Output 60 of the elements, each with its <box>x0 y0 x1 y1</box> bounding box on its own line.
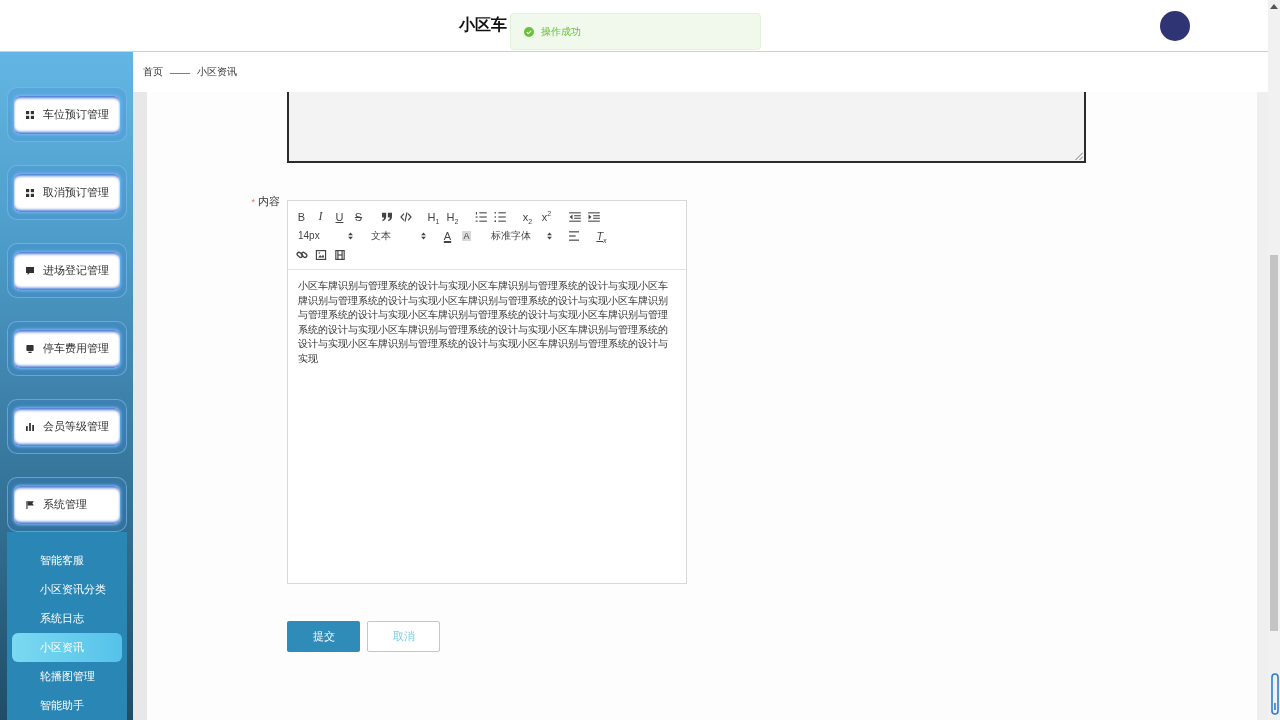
highlight-button[interactable]: A <box>457 226 476 245</box>
grid-icon <box>26 188 34 197</box>
heading-button[interactable]: H$_{2}$ <box>443 207 462 226</box>
indent-icon <box>587 211 600 222</box>
subscript-button[interactable]: x$_{2}$ <box>518 207 537 226</box>
submit-button[interactable]: 提交 <box>287 621 360 652</box>
numbered-list-icon <box>474 211 487 222</box>
breadcrumb-current: 小区资讯 <box>197 65 237 79</box>
editor-text-area[interactable]: 小区车牌识别与管理系统的设计与实现小区车牌识别与管理系统的设计与实现小区车牌识别与管理系统的设计与实现小区车牌识别与管理系统的设计与实现小区车牌识别与管理系统的设计与实现小区车牌识别与管理系统的设计与实现小区车牌识别与管理系统的设计与实现小区车牌识别与管理系统的设计与实现小区车牌识别与管理系统的设计与实现小区车牌识别与管理系统的设计与实现小区车牌识别与管理系统的设计与实现 <box>288 270 686 583</box>
clear-format-button[interactable]: T$_{x}$ <box>592 226 611 245</box>
code-icon <box>399 211 412 222</box>
select-arrows-icon <box>547 231 552 240</box>
underline-button[interactable]: U <box>330 207 349 226</box>
submenu-item[interactable]: 智能客服 <box>7 546 127 575</box>
menu-item[interactable]: 系统管理 <box>7 477 127 532</box>
textarea-field[interactable] <box>287 92 1086 163</box>
capsule-handle-icon[interactable] <box>1271 673 1279 715</box>
submenu-item[interactable]: 系统日志 <box>7 604 127 633</box>
bullet-list-icon <box>493 211 506 222</box>
submenu-item[interactable]: 轮播图管理 <box>7 662 127 691</box>
resize-grip-icon[interactable] <box>1075 152 1083 160</box>
page-scrollbar[interactable] <box>1268 0 1280 720</box>
menu-item[interactable]: 取消预订管理 <box>7 165 127 220</box>
film-icon <box>333 249 346 260</box>
scroll-up-icon[interactable] <box>1270 4 1278 9</box>
superscript-button[interactable]: x$^{2}$ <box>537 207 556 226</box>
quote-icon <box>380 211 393 222</box>
image-icon <box>314 249 327 260</box>
success-check-icon <box>524 26 534 37</box>
font-color-button[interactable]: A <box>438 226 457 245</box>
align-left-icon <box>567 230 580 241</box>
menu-item[interactable]: 会员等级管理 <box>7 399 127 454</box>
font-size-select[interactable]: 14px <box>292 226 356 245</box>
heading-select[interactable]: 文本 <box>365 226 429 245</box>
menu-item[interactable]: 停车费用管理 <box>7 321 127 376</box>
app-title: 小区车 <box>459 15 507 35</box>
field-label: * 内容 <box>250 194 280 208</box>
menu-item[interactable]: 车位预订管理 <box>7 87 127 142</box>
italic-button[interactable]: I <box>311 207 330 226</box>
toast-text: 操作成功 <box>541 24 581 39</box>
strikethrough-button[interactable]: S <box>349 207 368 226</box>
outdent-icon <box>568 211 581 222</box>
breadcrumb-separator: —— <box>170 66 190 78</box>
heading-button[interactable]: H$_{1}$ <box>424 207 443 226</box>
submenu-item[interactable]: 小区资讯分类 <box>7 575 127 604</box>
chat-bubble-icon <box>26 266 34 275</box>
menu-item[interactable]: 进场登记管理 <box>7 243 127 298</box>
select-arrows-icon <box>348 231 353 240</box>
flag-icon <box>26 500 34 509</box>
monitor-icon <box>26 344 34 353</box>
bar-chart-icon <box>26 422 34 431</box>
submenu-item[interactable]: 智能助手 <box>7 691 127 720</box>
bold-button[interactable]: B <box>292 207 311 226</box>
breadcrumb-link[interactable]: 首页 <box>143 65 163 79</box>
font-family-select[interactable]: 标准字体 <box>485 226 555 245</box>
avatar[interactable] <box>1160 10 1190 41</box>
scrollbar-thumb[interactable] <box>1270 255 1278 631</box>
grid-icon <box>26 110 34 119</box>
link-icon <box>295 249 308 260</box>
select-arrows-icon <box>421 231 426 240</box>
